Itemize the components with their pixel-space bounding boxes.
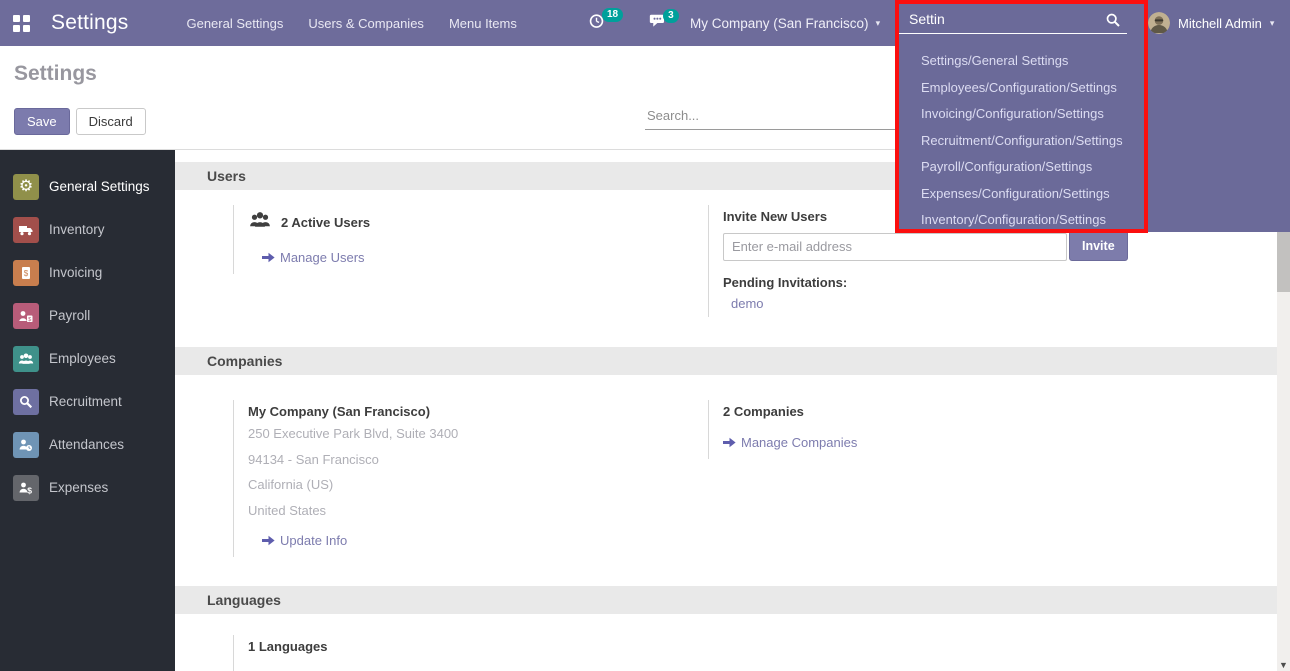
sidebar-item-attendances[interactable]: Attendances (0, 423, 175, 466)
app-brand-title: Settings (51, 11, 128, 35)
menu-search-results: Settings/General Settings Employees/Conf… (895, 46, 1145, 234)
svg-text:$: $ (24, 269, 29, 278)
sidebar-item-label: Employees (49, 351, 116, 366)
search-result-item[interactable]: Employees/Configuration/Settings (921, 75, 1145, 102)
employees-icon (13, 346, 39, 372)
sidebar-item-recruitment[interactable]: Recruitment (0, 380, 175, 423)
sidebar-item-label: Attendances (49, 437, 124, 452)
company-name: My Company (San Francisco) (248, 404, 708, 419)
sidebar-item-label: Expenses (49, 480, 108, 495)
manage-companies-link[interactable]: Manage Companies (723, 435, 857, 450)
menu-general-settings[interactable]: General Settings (186, 16, 283, 31)
record-search (645, 104, 895, 130)
record-search-input[interactable] (645, 104, 895, 130)
company-switcher-label: My Company (San Francisco) (690, 16, 869, 31)
active-users-count: 2 Active Users (281, 215, 370, 230)
languages-box: 1 Languages Manage Languages (233, 635, 708, 671)
search-result-item[interactable]: Inventory/Configuration/Settings (921, 207, 1145, 234)
apps-grid-icon[interactable] (13, 15, 30, 32)
menu-menu-items[interactable]: Menu Items (449, 16, 517, 31)
settings-sidebar: ⚙ General Settings Inventory $ Invoicing… (0, 150, 175, 671)
scrollbar-down-arrow[interactable]: ▼ (1277, 660, 1290, 670)
payroll-icon: $ (13, 303, 39, 329)
company-address-line: 250 Executive Park Blvd, Suite 3400 (248, 424, 708, 445)
companies-count-box: 2 Companies Manage Companies (708, 400, 1277, 459)
save-button[interactable]: Save (14, 108, 70, 135)
manage-users-link[interactable]: Manage Users (262, 250, 365, 265)
menu-search-input[interactable] (899, 7, 1094, 33)
company-info-box: My Company (San Francisco) 250 Executive… (233, 400, 708, 557)
svg-text:$: $ (27, 485, 32, 495)
languages-count: 1 Languages (248, 639, 708, 654)
active-users-box: 2 Active Users Manage Users (233, 205, 708, 274)
sidebar-item-general-settings[interactable]: ⚙ General Settings (0, 165, 175, 208)
sidebar-item-inventory[interactable]: Inventory (0, 208, 175, 251)
activities-count-badge: 18 (602, 8, 623, 22)
search-result-item[interactable]: Invoicing/Configuration/Settings (921, 101, 1145, 128)
section-header-companies: Companies (175, 347, 1277, 375)
avatar (1148, 12, 1170, 34)
top-menu: General Settings Users & Companies Menu … (186, 16, 516, 31)
sidebar-item-label: Recruitment (49, 394, 122, 409)
update-info-link[interactable]: Update Info (262, 533, 347, 548)
search-result-item[interactable]: Payroll/Configuration/Settings (921, 154, 1145, 181)
chevron-down-icon: ▾ (876, 18, 881, 29)
pending-user-link[interactable]: demo (731, 296, 1277, 311)
search-icon (1105, 12, 1121, 33)
activities-button[interactable]: 18 (588, 12, 623, 34)
sidebar-item-label: Invoicing (49, 265, 102, 280)
messages-count-badge: 3 (663, 9, 679, 23)
expense-person-icon: $ (13, 475, 39, 501)
systray: 18 3 (588, 0, 679, 46)
companies-count: 2 Companies (723, 404, 1277, 419)
truck-icon (13, 217, 39, 243)
sidebar-item-payroll[interactable]: $ Payroll (0, 294, 175, 337)
sidebar-item-label: Inventory (49, 222, 105, 237)
company-address-line: California (US) (248, 475, 708, 496)
gear-icon: ⚙ (13, 174, 39, 200)
search-result-item[interactable]: Expenses/Configuration/Settings (921, 181, 1145, 208)
control-panel-buttons: Save Discard (14, 108, 146, 135)
user-menu-label: Mitchell Admin (1178, 16, 1262, 31)
search-result-item[interactable]: Recruitment/Configuration/Settings (921, 128, 1145, 155)
page-title: Settings (14, 62, 97, 86)
invite-button[interactable]: Invite (1069, 230, 1128, 261)
attendance-clock-icon (13, 432, 39, 458)
languages-row: 1 Languages Manage Languages (175, 635, 1277, 671)
sidebar-item-expenses[interactable]: $ Expenses (0, 466, 175, 509)
sidebar-item-label: Payroll (49, 308, 90, 323)
company-address-line: United States (248, 501, 708, 522)
sidebar-item-label: General Settings (49, 179, 150, 194)
menu-users-companies[interactable]: Users & Companies (308, 16, 424, 31)
magnifier-icon (13, 389, 39, 415)
sidebar-item-employees[interactable]: Employees (0, 337, 175, 380)
users-group-icon (248, 209, 272, 236)
company-switcher[interactable]: My Company (San Francisco) ▾ (690, 0, 880, 46)
arrow-right-icon (262, 535, 275, 546)
invite-email-input[interactable] (723, 233, 1067, 261)
company-address-line: 94134 - San Francisco (248, 450, 708, 471)
arrow-right-icon (723, 437, 736, 448)
messages-button[interactable]: 3 (649, 13, 679, 34)
discard-button[interactable]: Discard (76, 108, 146, 135)
search-result-item[interactable]: Settings/General Settings (921, 48, 1145, 75)
vertical-scrollbar[interactable]: ▼ (1277, 232, 1290, 671)
user-menu[interactable]: Mitchell Admin ▾ (1148, 0, 1290, 46)
arrow-right-icon (262, 252, 275, 263)
pending-invitations-label: Pending Invitations: (723, 275, 1277, 290)
menu-search-overlay: Settings/General Settings Employees/Conf… (895, 0, 1290, 232)
invoice-icon: $ (13, 260, 39, 286)
svg-text:$: $ (28, 316, 31, 322)
scrollbar-thumb[interactable] (1277, 232, 1290, 292)
sidebar-item-invoicing[interactable]: $ Invoicing (0, 251, 175, 294)
companies-row: My Company (San Francisco) 250 Executive… (175, 400, 1277, 557)
section-header-languages: Languages (175, 586, 1277, 614)
app-window: Settings General Settings Users & Compan… (0, 0, 1290, 671)
menu-search-box (899, 7, 1127, 34)
chevron-down-icon: ▾ (1270, 18, 1275, 29)
